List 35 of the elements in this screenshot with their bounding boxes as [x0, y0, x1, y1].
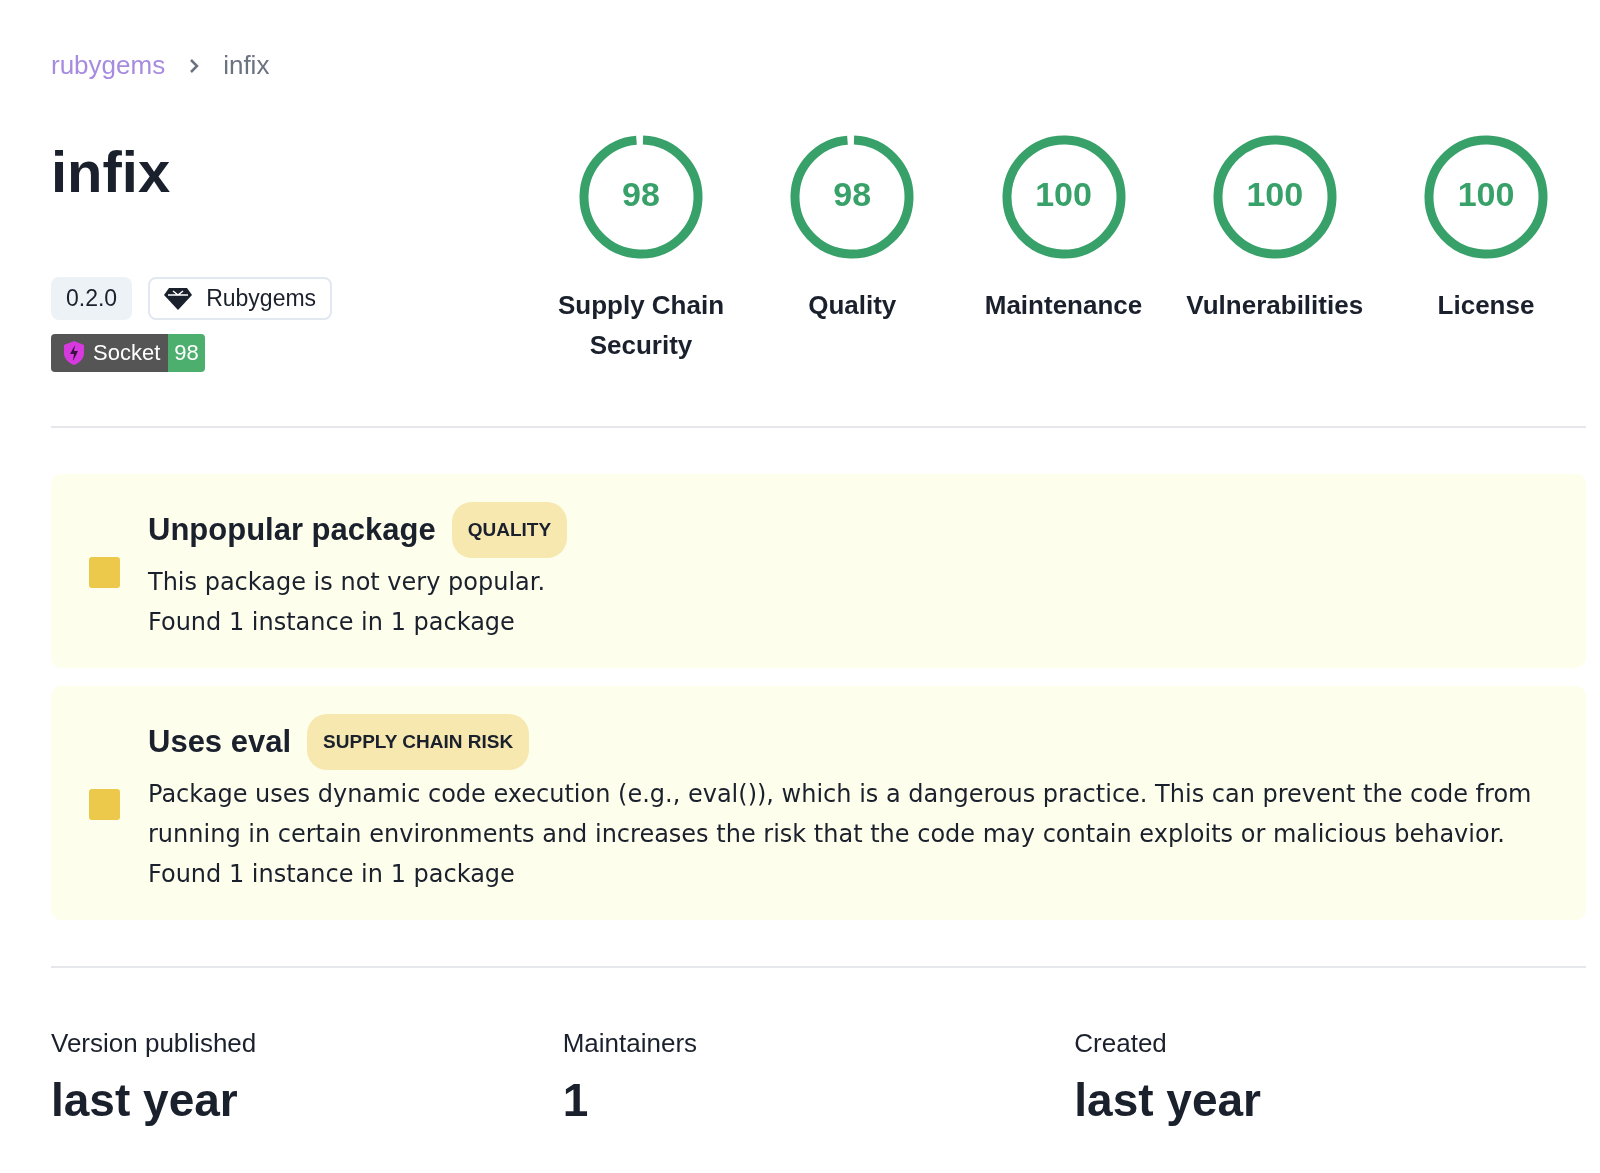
stat-label: Version published	[51, 1028, 258, 1059]
shield-icon	[63, 340, 85, 366]
ecosystem-badge[interactable]: Rubygems	[148, 277, 333, 320]
score-label: Vulnerabilities	[1185, 289, 1365, 322]
alert-title: Uses eval	[148, 723, 292, 761]
alert-count: Found 1 instance in 1 package	[148, 607, 516, 638]
severity-marker	[89, 788, 120, 820]
stat-value: last year	[1074, 1073, 1263, 1127]
alert-tag: QUALITY	[451, 502, 568, 558]
socket-score: 98	[168, 334, 205, 372]
score-value: 100	[1034, 175, 1093, 214]
alert-description: This package is not very popular.	[148, 567, 547, 598]
alert-count: Found 1 instance in 1 package	[148, 859, 516, 890]
severity-marker	[89, 556, 120, 588]
score-label: Supply Chain Security	[556, 289, 726, 362]
alert-tag: SUPPLY CHAIN RISK	[307, 714, 530, 770]
score-value: 100	[1245, 175, 1305, 214]
ecosystem-label: Rubygems	[206, 285, 317, 312]
score-value: 98	[832, 175, 873, 214]
stat-value: 1	[562, 1073, 590, 1127]
version-badge: 0.2.0	[51, 277, 133, 320]
score-label: Maintenance	[983, 289, 1144, 322]
gem-icon	[164, 286, 193, 311]
alert-description: Package uses dynamic code execution (e.g., eval()), which is a dangerous practice. This can prevent the code from running in certain environments and increases the risk that the code may contain exploits or malicious behavior.	[148, 779, 1533, 850]
score-label: License	[1436, 289, 1536, 322]
score-value: 100	[1456, 175, 1516, 214]
socket-label: Socket	[93, 340, 161, 366]
alert-title: Unpopular package	[148, 511, 436, 549]
stat-label: Maintainers	[562, 1028, 699, 1059]
stat-label: Created	[1074, 1028, 1168, 1059]
score-label: Quality	[807, 289, 898, 322]
package-title: infix	[51, 143, 172, 201]
stat-value: last year	[51, 1073, 239, 1127]
score-value: 98	[621, 175, 661, 214]
breadcrumb-current-page: infix	[223, 50, 270, 81]
